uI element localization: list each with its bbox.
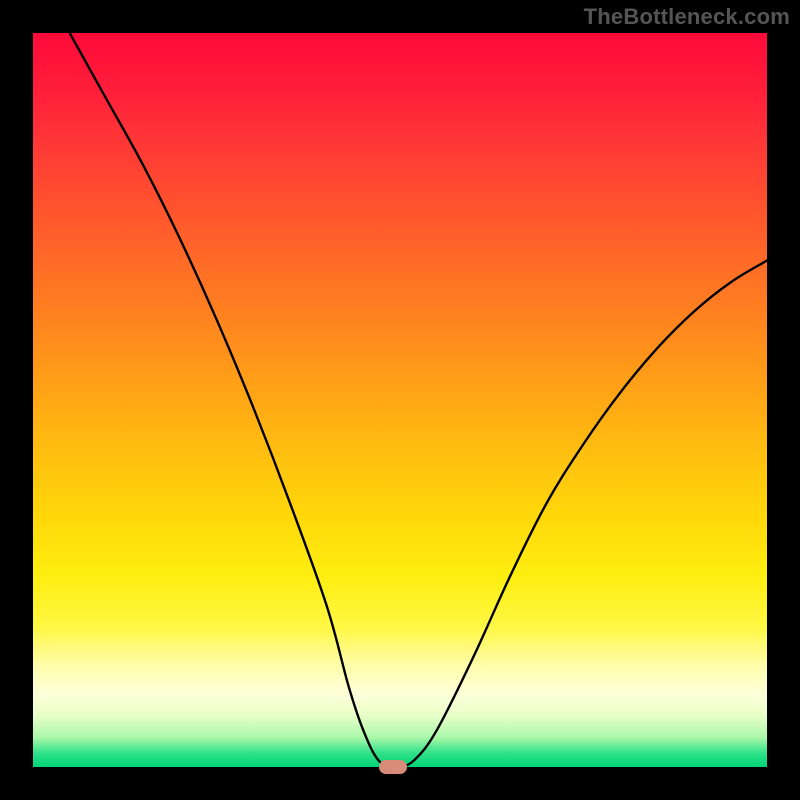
bottleneck-curve (70, 33, 767, 768)
optimal-marker (379, 760, 407, 774)
chart-frame: TheBottleneck.com (0, 0, 800, 800)
watermark-text: TheBottleneck.com (584, 4, 790, 30)
plot-area (33, 33, 767, 767)
curve-layer (33, 33, 767, 767)
